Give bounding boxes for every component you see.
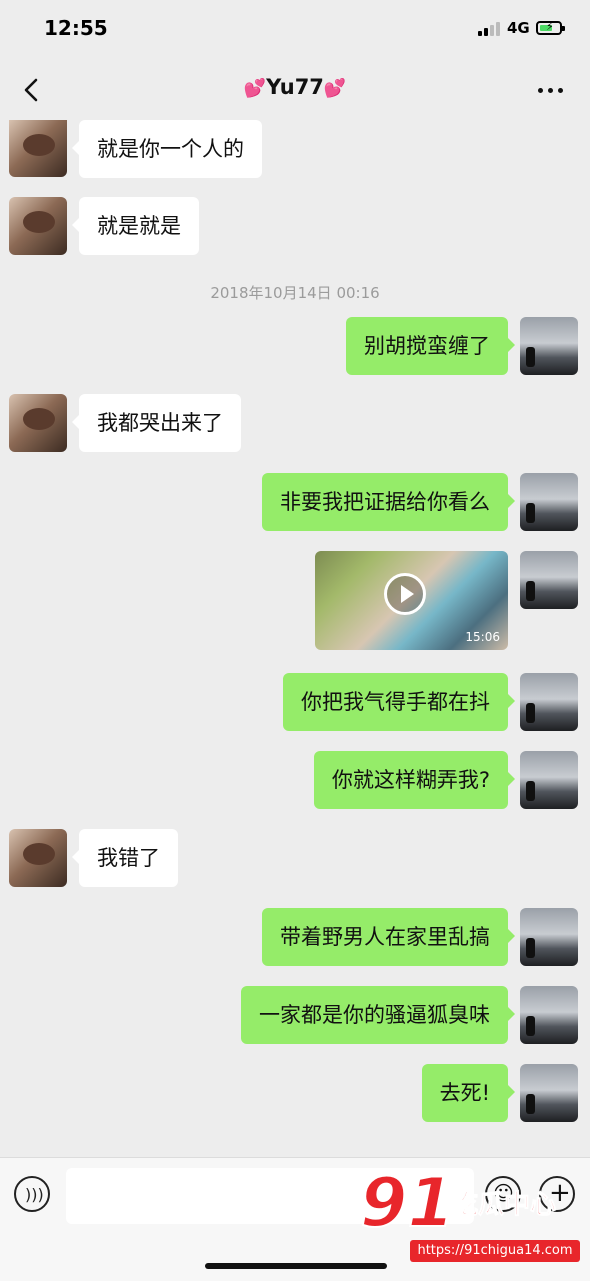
message-bubble-outgoing[interactable]: 别胡搅蛮缠了: [346, 317, 515, 375]
user-avatar[interactable]: [520, 317, 578, 375]
contact-avatar[interactable]: [9, 197, 67, 255]
contact-avatar[interactable]: [9, 394, 67, 452]
watermark-number: 91: [359, 1163, 456, 1244]
watermark-text: 吃瓜中心: [451, 1190, 557, 1221]
video-message[interactable]: 15:06: [315, 551, 508, 650]
play-icon[interactable]: [384, 573, 426, 615]
message-bubble-outgoing[interactable]: 你把我气得手都在抖: [283, 673, 515, 731]
message-bubble-outgoing[interactable]: 一家都是你的骚逼狐臭味: [241, 986, 515, 1044]
watermark-url: https://91chigua14.com: [410, 1240, 580, 1262]
message-bubble-outgoing[interactable]: 去死!: [421, 1064, 516, 1122]
battery-icon: ⚡: [536, 20, 565, 35]
message-bubble-outgoing[interactable]: 带着野男人在家里乱搞: [262, 908, 515, 966]
message-bubble-incoming[interactable]: 我都哭出来了: [72, 394, 241, 452]
user-avatar[interactable]: [520, 986, 578, 1044]
contact-name: Yu77: [266, 75, 324, 99]
user-avatar[interactable]: [520, 551, 578, 609]
site-watermark: 91 吃瓜中心 https://91chigua14.com: [359, 1163, 580, 1268]
network-label: 4G: [507, 19, 530, 37]
heart-icon: 💕: [243, 78, 267, 99]
message-bubble-incoming[interactable]: 就是就是: [72, 197, 199, 255]
signal-icon: [478, 22, 502, 36]
status-bar: 12:55 4G ⚡: [0, 0, 590, 60]
user-avatar[interactable]: [520, 673, 578, 731]
user-avatar[interactable]: [520, 908, 578, 966]
message-timestamp: 2018年10月14日 00:16: [210, 284, 380, 302]
voice-icon[interactable]: ))): [14, 1176, 50, 1212]
chat-title: 💕Yu77💕: [0, 75, 590, 99]
video-duration: 15:06: [465, 630, 500, 644]
message-bubble-outgoing[interactable]: 你就这样糊弄我?: [313, 751, 516, 809]
heart-icon: 💕: [323, 78, 347, 99]
user-avatar[interactable]: [520, 1064, 578, 1122]
user-avatar[interactable]: [520, 751, 578, 809]
message-bubble-incoming[interactable]: 就是你一个人的: [72, 120, 262, 178]
status-time: 12:55: [44, 16, 108, 40]
contact-avatar[interactable]: [9, 829, 67, 887]
chat-header: 💕Yu77💕: [0, 60, 590, 120]
contact-avatar[interactable]: [9, 120, 67, 177]
more-icon[interactable]: [534, 78, 568, 102]
user-avatar[interactable]: [520, 473, 578, 531]
message-bubble-incoming[interactable]: 我错了: [72, 829, 178, 887]
message-bubble-outgoing[interactable]: 非要我把证据给你看么: [262, 473, 515, 531]
